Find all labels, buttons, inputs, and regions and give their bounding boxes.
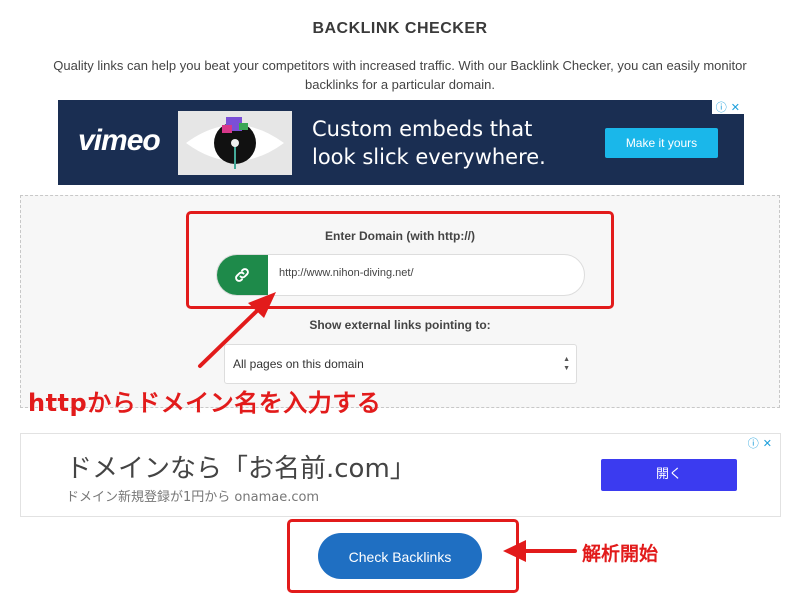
enter-domain-annotation: httpからドメイン名を入力する <box>28 389 382 417</box>
domain-highlight-box <box>186 211 614 309</box>
backlink-checker-page: BACKLINK CHECKER Quality links can help … <box>0 0 800 597</box>
close-icon[interactable]: ✕ <box>763 437 772 450</box>
vimeo-logo: vimeo <box>78 124 161 157</box>
ad-subtext: ドメイン新規登録が1円から onamae.com <box>66 490 320 505</box>
check-backlinks-button[interactable]: Check Backlinks <box>318 533 482 579</box>
scope-selected-value: All pages on this domain <box>233 357 364 371</box>
external-links-label: Show external links pointing to: <box>309 318 491 332</box>
ad-headline: Custom embeds that look slick everywhere… <box>312 117 546 169</box>
info-icon[interactable]: ⓘ <box>716 99 727 115</box>
page-description: Quality links can help you beat your com… <box>53 58 747 92</box>
info-icon[interactable]: ⓘ <box>748 435 759 451</box>
open-button[interactable]: 開く <box>601 459 737 491</box>
ad-illustration <box>178 111 292 175</box>
close-icon[interactable]: ✕ <box>731 101 740 114</box>
vimeo-ad-banner[interactable]: vimeo Custom embeds that look slick ever… <box>58 100 744 185</box>
onamae-ad-banner[interactable]: ドメインなら「お名前.com」 ドメイン新規登録が1円から onamae.com… <box>20 433 781 517</box>
scope-select[interactable]: All pages on this domain ▲ ▼ <box>224 344 577 384</box>
ad-headline: ドメインなら「お名前.com」 <box>66 454 416 484</box>
make-it-yours-button[interactable]: Make it yours <box>605 128 718 158</box>
adchoices[interactable]: ⓘ ✕ <box>743 435 776 451</box>
start-analysis-annotation: 解析開始 <box>582 543 659 565</box>
select-arrows-icon: ▲ ▼ <box>563 356 570 372</box>
page-title: BACKLINK CHECKER <box>312 20 488 37</box>
adchoices[interactable]: ⓘ ✕ <box>711 99 744 115</box>
